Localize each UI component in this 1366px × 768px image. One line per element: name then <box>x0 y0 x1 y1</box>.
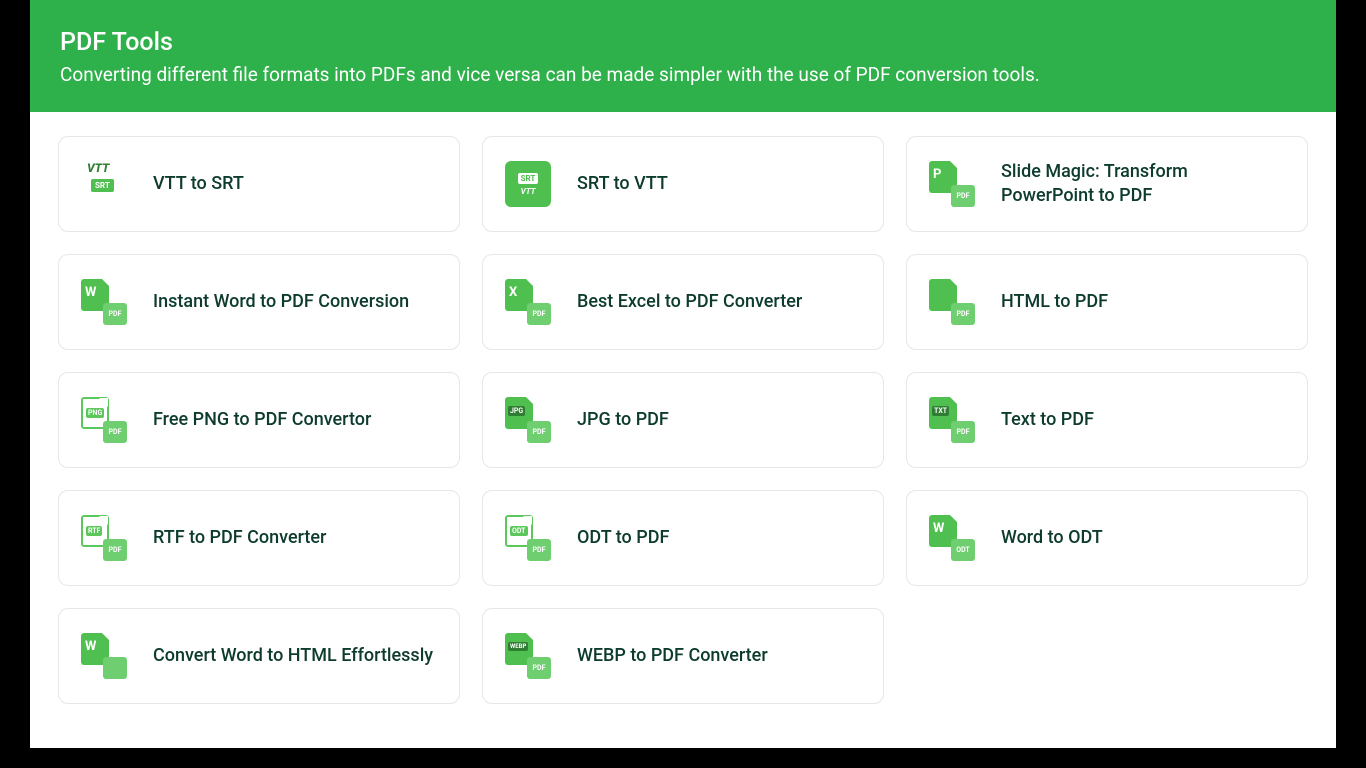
tool-label: RTF to PDF Converter <box>153 526 437 550</box>
tool-card-html-to-pdf[interactable]: HTML to PDF <box>906 254 1308 350</box>
tool-card-rtf-to-pdf[interactable]: RTF RTF to PDF Converter <box>58 490 460 586</box>
tool-card-word-to-html[interactable]: W Convert Word to HTML Effortlessly <box>58 608 460 704</box>
tool-label: Best Excel to PDF Converter <box>577 290 861 314</box>
tool-card-word-to-pdf[interactable]: W Instant Word to PDF Conversion <box>58 254 460 350</box>
tool-card-excel-to-pdf[interactable]: X Best Excel to PDF Converter <box>482 254 884 350</box>
txt-to-pdf-icon: TXT <box>929 397 975 443</box>
page-subtitle: Converting different file formats into P… <box>60 63 1306 86</box>
tool-label: VTT to SRT <box>153 172 437 196</box>
tool-card-srt-to-vtt[interactable]: SRTVTT SRT to VTT <box>482 136 884 232</box>
vtt-to-srt-icon: VTTSRT <box>81 161 127 207</box>
ppt-to-pdf-icon: P <box>929 161 975 207</box>
odt-to-pdf-icon: ODT <box>505 515 551 561</box>
tool-label: Free PNG to PDF Convertor <box>153 408 437 432</box>
page-title: PDF Tools <box>60 28 1306 57</box>
jpg-to-pdf-icon: JPG <box>505 397 551 443</box>
tool-label: Convert Word to HTML Effortlessly <box>153 644 437 668</box>
header-banner: PDF Tools Converting different file form… <box>30 0 1336 112</box>
tool-label: Word to ODT <box>1001 526 1285 550</box>
tool-label: Instant Word to PDF Conversion <box>153 290 437 314</box>
word-to-pdf-icon: W <box>81 279 127 325</box>
tools-grid: VTTSRT VTT to SRT SRTVTT SRT to VTT P Sl… <box>30 112 1336 728</box>
tool-card-txt-to-pdf[interactable]: TXT Text to PDF <box>906 372 1308 468</box>
tool-card-png-to-pdf[interactable]: PNG Free PNG to PDF Convertor <box>58 372 460 468</box>
page-container: PDF Tools Converting different file form… <box>30 0 1336 748</box>
word-to-odt-icon: W <box>929 515 975 561</box>
tool-card-vtt-to-srt[interactable]: VTTSRT VTT to SRT <box>58 136 460 232</box>
tool-card-word-to-odt[interactable]: W Word to ODT <box>906 490 1308 586</box>
tool-label: WEBP to PDF Converter <box>577 644 861 668</box>
word-to-html-icon: W <box>81 633 127 679</box>
tool-label: HTML to PDF <box>1001 290 1285 314</box>
tool-card-ppt-to-pdf[interactable]: P Slide Magic: Transform PowerPoint to P… <box>906 136 1308 232</box>
tool-label: Text to PDF <box>1001 408 1285 432</box>
tool-card-jpg-to-pdf[interactable]: JPG JPG to PDF <box>482 372 884 468</box>
tool-label: ODT to PDF <box>577 526 861 550</box>
rtf-to-pdf-icon: RTF <box>81 515 127 561</box>
tool-card-webp-to-pdf[interactable]: WEBP WEBP to PDF Converter <box>482 608 884 704</box>
webp-to-pdf-icon: WEBP <box>505 633 551 679</box>
tool-card-odt-to-pdf[interactable]: ODT ODT to PDF <box>482 490 884 586</box>
tool-label: JPG to PDF <box>577 408 861 432</box>
srt-to-vtt-icon: SRTVTT <box>505 161 551 207</box>
tool-label: Slide Magic: Transform PowerPoint to PDF <box>1001 160 1285 209</box>
tool-label: SRT to VTT <box>577 172 861 196</box>
png-to-pdf-icon: PNG <box>81 397 127 443</box>
excel-to-pdf-icon: X <box>505 279 551 325</box>
html-to-pdf-icon <box>929 279 975 325</box>
